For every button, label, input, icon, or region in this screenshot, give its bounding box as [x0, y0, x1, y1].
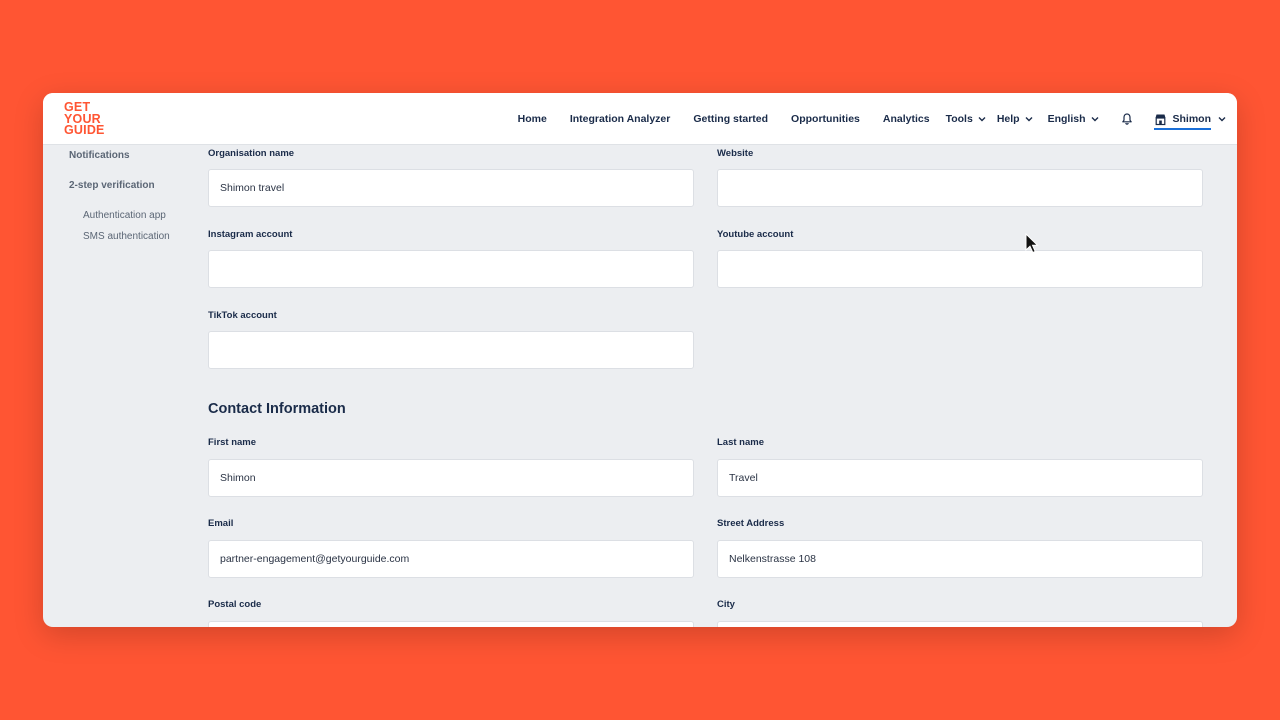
app-window: GET YOUR GUIDE Home Integration Analyzer…: [43, 93, 1237, 627]
nav-analytics[interactable]: Analytics: [883, 113, 930, 125]
last-name-label: Last name: [717, 437, 764, 448]
main-nav: Home Integration Analyzer Getting starte…: [518, 93, 1237, 145]
email-label: Email: [208, 518, 234, 529]
logo-line-3: GUIDE: [64, 123, 105, 137]
nav-tools-label: Tools: [945, 113, 973, 125]
notifications-button[interactable]: [1120, 112, 1134, 126]
tiktok-input[interactable]: [208, 331, 694, 369]
sidebar-item-sms-authentication[interactable]: SMS authentication: [83, 231, 170, 242]
sidebar-item-2-step-verification[interactable]: 2-step verification: [69, 180, 155, 191]
nav-tools-dropdown[interactable]: Tools: [946, 113, 987, 125]
contact-information-heading: Contact Information: [208, 401, 346, 417]
bell-icon: [1120, 112, 1134, 126]
street-address-label: Street Address: [717, 518, 785, 529]
nav-opportunities[interactable]: Opportunities: [791, 113, 860, 125]
first-name-input[interactable]: [208, 459, 694, 497]
nav-getting-started-label: Getting started: [693, 113, 769, 125]
language-selector[interactable]: English: [1048, 113, 1100, 125]
city-input[interactable]: [717, 621, 1203, 627]
first-name-label: First name: [208, 437, 257, 448]
nav-getting-started[interactable]: Getting started: [693, 113, 768, 125]
user-name: Shimon: [1172, 113, 1212, 125]
nav-opportunities-label: Opportunities: [791, 113, 860, 125]
website-input[interactable]: [717, 169, 1203, 207]
nav-integration-analyzer[interactable]: Integration Analyzer: [570, 113, 671, 125]
nav-integration-analyzer-label: Integration Analyzer: [569, 113, 671, 125]
nav-analytics-label: Analytics: [882, 113, 930, 125]
youtube-input[interactable]: [717, 250, 1203, 288]
mouse-pointer-icon: [1025, 233, 1039, 254]
storefront-icon: [1154, 113, 1167, 126]
postal-code-input[interactable]: [208, 621, 694, 627]
tiktok-label: TikTok account: [208, 310, 277, 321]
getyourguide-logo[interactable]: GET YOUR GUIDE: [64, 101, 105, 137]
nav-home[interactable]: Home: [518, 113, 547, 125]
sidebar-item-notifications[interactable]: Notifications: [69, 150, 130, 161]
instagram-label: Instagram account: [208, 229, 293, 240]
last-name-input[interactable]: [717, 459, 1203, 497]
street-address-input[interactable]: [717, 540, 1203, 578]
nav-help-dropdown[interactable]: Help: [997, 113, 1034, 125]
top-navigation-bar: GET YOUR GUIDE Home Integration Analyzer…: [43, 93, 1237, 145]
chevron-down-icon: [1217, 114, 1227, 124]
chevron-down-icon: [1024, 114, 1034, 124]
language-label: English: [1047, 113, 1086, 125]
user-menu[interactable]: Shimon: [1153, 109, 1228, 130]
website-label: Website: [717, 148, 754, 159]
settings-sidebar: Notifications 2-step verification Authen…: [43, 145, 203, 627]
chevron-down-icon: [1090, 114, 1100, 124]
org-name-input[interactable]: [208, 169, 694, 207]
youtube-label: Youtube account: [717, 229, 794, 240]
instagram-input[interactable]: [208, 250, 694, 288]
sidebar-item-authentication-app[interactable]: Authentication app: [83, 210, 166, 221]
user-menu-trigger[interactable]: Shimon: [1153, 113, 1212, 130]
chevron-down-icon: [977, 114, 987, 124]
city-label: City: [717, 599, 735, 610]
nav-home-label: Home: [517, 113, 547, 125]
nav-help-label: Help: [996, 113, 1020, 125]
email-input[interactable]: [208, 540, 694, 578]
postal-code-label: Postal code: [208, 599, 262, 610]
org-name-label: Organisation name: [208, 148, 295, 159]
